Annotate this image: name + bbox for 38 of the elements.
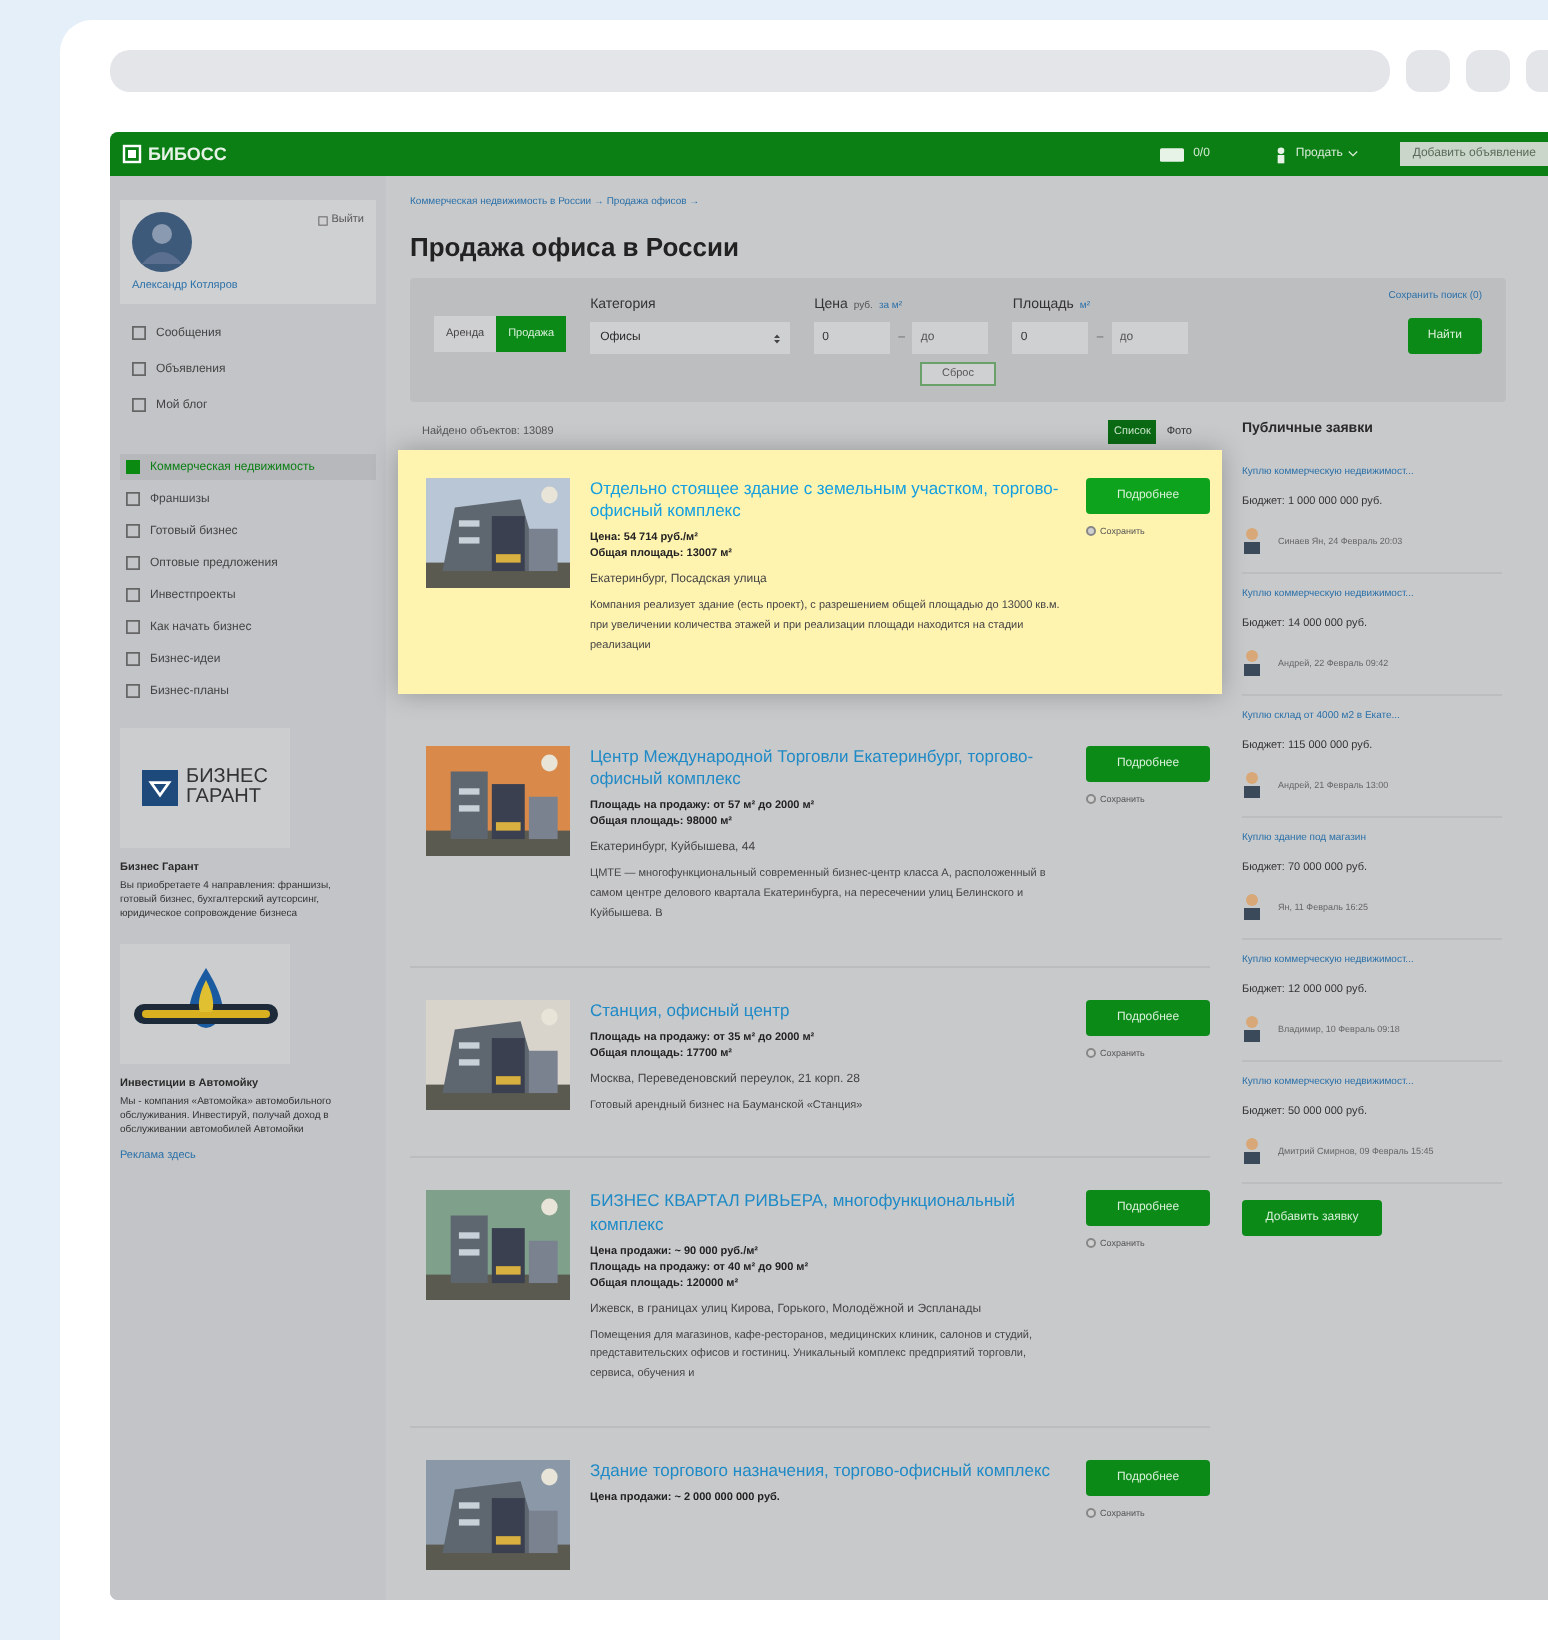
window-control-icon[interactable] — [1406, 50, 1450, 92]
listing-title[interactable]: Центр Международной Торговли Екатеринбург, торгово-офисный комплекс — [590, 745, 1066, 790]
square-icon — [126, 620, 140, 634]
listing-title[interactable]: БИЗНЕС КВАРТАЛ РИВЬЕРА, многофункциональный комплекс — [590, 1190, 1066, 1236]
envelope-icon[interactable] — [1159, 147, 1184, 161]
logo-icon — [122, 144, 142, 164]
square-icon — [132, 326, 146, 340]
listing-title[interactable]: Здание торгового назначения, торгово-офисный комплекс — [590, 1460, 1066, 1483]
page-title: Продажа офиса в России — [410, 232, 741, 262]
person-icon — [1275, 145, 1286, 163]
person-icon — [1242, 770, 1262, 798]
square-icon — [126, 460, 140, 474]
person-icon — [1242, 1136, 1262, 1164]
square-icon — [126, 652, 140, 666]
ad-banner[interactable]: БИЗНЕС ГАРАНТ — [120, 728, 290, 848]
shield-icon — [142, 770, 179, 806]
person-icon — [1242, 648, 1262, 676]
square-icon — [126, 524, 140, 538]
square-icon — [132, 398, 146, 412]
site-logo[interactable]: БИБОСС — [148, 144, 227, 164]
person-icon — [1242, 892, 1262, 920]
ad-banner[interactable] — [120, 944, 290, 1065]
square-icon — [126, 492, 140, 506]
listing-title[interactable]: Станция, офисный центр — [590, 999, 1066, 1022]
address-bar[interactable] — [110, 50, 1390, 92]
brand-text: ГАРАНТ — [186, 788, 263, 809]
person-icon — [1242, 526, 1262, 554]
avatar-icon — [132, 212, 192, 272]
square-icon — [126, 684, 140, 698]
square-icon — [126, 588, 140, 602]
square-icon — [126, 556, 140, 570]
brand-text: БИЗНЕС — [186, 767, 268, 788]
caret-icon — [1348, 150, 1359, 158]
window-control-icon[interactable] — [1466, 50, 1510, 92]
listing-title[interactable]: Отдельно стоящее здание с земельным участком, торгово-офисный комплекс — [590, 478, 1066, 523]
square-icon — [132, 362, 146, 376]
select-arrows-icon — [774, 333, 781, 343]
person-icon — [1242, 1014, 1262, 1042]
